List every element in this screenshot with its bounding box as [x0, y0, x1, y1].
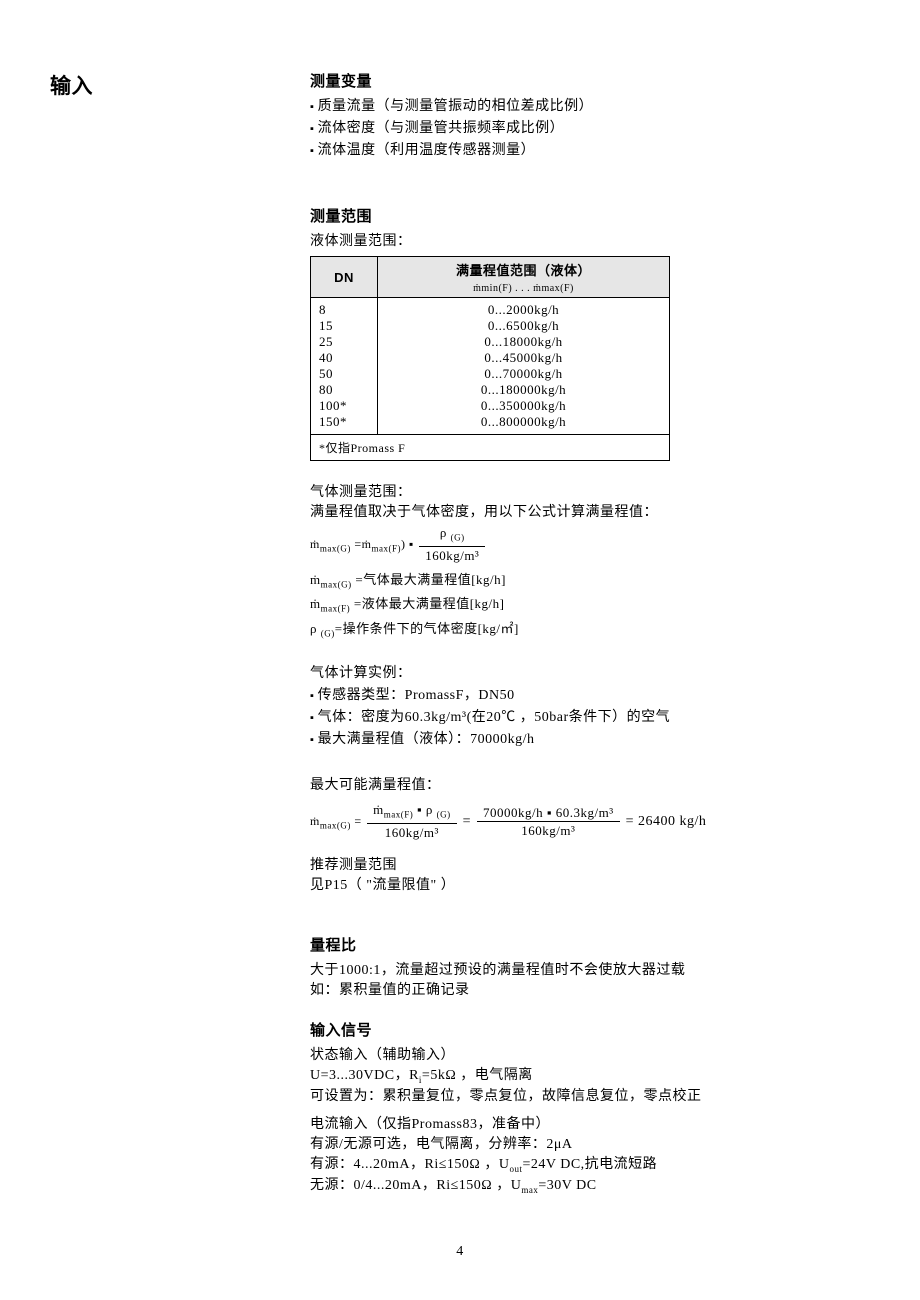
list-item: 气体：密度为60.3kg/m³(在20℃ ，50bar条件下）的空气 [310, 706, 870, 726]
max-formula: ṁmax(G) = ṁmax(F) ▪ ρ (G) 160kg/m³ = 700… [310, 802, 870, 842]
max-frac2: 70000kg/h ▪ 60.3kg/m³ 160kg/m³ [477, 805, 620, 840]
cell-val: 0...6500kg/h [378, 318, 670, 334]
list-item: 流体温度（利用温度传感器测量） [310, 139, 870, 159]
th-dn: DN [311, 257, 378, 298]
max-frac1: ṁmax(F) ▪ ρ (G) 160kg/m³ [367, 802, 456, 842]
formula-left: ṁmax(G) =ṁmax(F)) ▪ [310, 537, 417, 551]
frac-den: 160kg/m³ [477, 822, 620, 840]
cell-dn: 25 [311, 334, 378, 350]
s3-line1: 大于1000:1，流量超过预设的满量程值时不会使放大器过载 [310, 959, 870, 979]
th-range: 满量程值范围（液体） ṁmin(F) . . . ṁmax(F) [378, 257, 670, 298]
s4-line: 可设置为：累积量复位，零点复位，故障信息复位，零点校正 [310, 1085, 870, 1105]
s4-title: 输入信号 [310, 1019, 870, 1040]
s2-title: 测量范围 [310, 205, 870, 226]
s1-list: 质量流量（与测量管振动的相位差成比例） 流体密度（与测量管共振频率成比例） 流体… [310, 95, 870, 159]
gas-range-desc: 满量程值取决于气体密度，用以下公式计算满量程值： [310, 501, 870, 521]
cell-dn: 80 [311, 382, 378, 398]
s3-line2: 如：累积量值的正确记录 [310, 979, 870, 999]
s4-line: 电流输入（仅指Promass83，准备中） [310, 1113, 870, 1133]
cell-dn: 100* [311, 398, 378, 414]
example-list: 传感器类型：PromassF，DN50 气体：密度为60.3kg/m³(在20℃… [310, 684, 870, 748]
example-title: 气体计算实例： [310, 662, 870, 682]
cell-dn: 15 [311, 318, 378, 334]
cell-val: 0...350000kg/h [378, 398, 670, 414]
s4-line: 有源：4...20mA，Ri≤150Ω ，Uout=24V DC,抗电流短路 [310, 1153, 870, 1174]
legend-line: ρ (G)=操作条件下的气体密度[kg/㎡] [310, 618, 870, 639]
frac-num: 70000kg/h ▪ 60.3kg/m³ [477, 805, 620, 822]
formula-fraction: ρ (G) 160kg/m³ [419, 525, 485, 565]
frac-num: ṁmax(F) ▪ ρ (G) [367, 802, 456, 824]
list-item: 最大满量程值（液体）：70000kg/h [310, 728, 870, 748]
cell-val: 0...18000kg/h [378, 334, 670, 350]
cell-dn: 40 [311, 350, 378, 366]
list-item: 流体密度（与测量管共振频率成比例） [310, 117, 870, 137]
side-heading: 输入 [50, 70, 93, 100]
rec-label: 推荐测量范围 [310, 854, 870, 874]
table-note: *仅指Promass F [311, 435, 670, 461]
gas-formula: ṁmax(G) =ṁmax(F)) ▪ ρ (G) 160kg/m³ [310, 525, 870, 565]
formula-den: 160kg/m³ [419, 547, 485, 565]
max-result: = 26400 kg/h [626, 814, 707, 829]
max-possible-label: 最大可能满量程值： [310, 774, 870, 794]
range-table: DN 满量程值范围（液体） ṁmin(F) . . . ṁmax(F) 80..… [310, 256, 670, 461]
legend-line: ṁmax(F) =液体最大满量程值[kg/h] [310, 593, 870, 614]
gas-range-label: 气体测量范围： [310, 481, 870, 501]
rec-ref: 见P15（ "流量限值" ） [310, 874, 870, 894]
s1-title: 测量变量 [310, 70, 870, 91]
liquid-range-label: 液体测量范围： [310, 230, 870, 250]
s4-line: 有源/无源可选，电气隔离，分辨率：2μA [310, 1133, 870, 1153]
max-formula-left: ṁmax(G) = [310, 814, 365, 828]
formula-num: ρ (G) [419, 525, 485, 547]
content-column: 测量变量 质量流量（与测量管振动的相位差成比例） 流体密度（与测量管共振频率成比… [310, 70, 870, 1194]
s4-line: 无源：0/4...20mA，Ri≤150Ω ，Umax=30V DC [310, 1174, 870, 1195]
s3-title: 量程比 [310, 934, 870, 955]
legend-line: ṁmax(G) =气体最大满量程值[kg/h] [310, 569, 870, 590]
page: 输入 测量变量 质量流量（与测量管振动的相位差成比例） 流体密度（与测量管共振频… [0, 0, 920, 1300]
cell-dn: 150* [311, 414, 378, 435]
list-item: 质量流量（与测量管振动的相位差成比例） [310, 95, 870, 115]
cell-val: 0...2000kg/h [378, 298, 670, 319]
th-range-sub: ṁmin(F) . . . ṁmax(F) [473, 283, 574, 294]
eq: = [463, 814, 471, 829]
cell-val: 0...180000kg/h [378, 382, 670, 398]
s4-line: U=3...30VDC，Ri=5kΩ ，电气隔离 [310, 1064, 870, 1085]
page-number: 4 [50, 1244, 870, 1260]
s4-line: 状态输入（辅助输入） [310, 1044, 870, 1064]
cell-dn: 8 [311, 298, 378, 319]
list-item: 传感器类型：PromassF，DN50 [310, 684, 870, 704]
cell-dn: 50 [311, 366, 378, 382]
th-range-text: 满量程值范围（液体） [456, 263, 591, 278]
frac-den: 160kg/m³ [367, 824, 456, 842]
cell-val: 0...45000kg/h [378, 350, 670, 366]
cell-val: 0...800000kg/h [378, 414, 670, 435]
cell-val: 0...70000kg/h [378, 366, 670, 382]
